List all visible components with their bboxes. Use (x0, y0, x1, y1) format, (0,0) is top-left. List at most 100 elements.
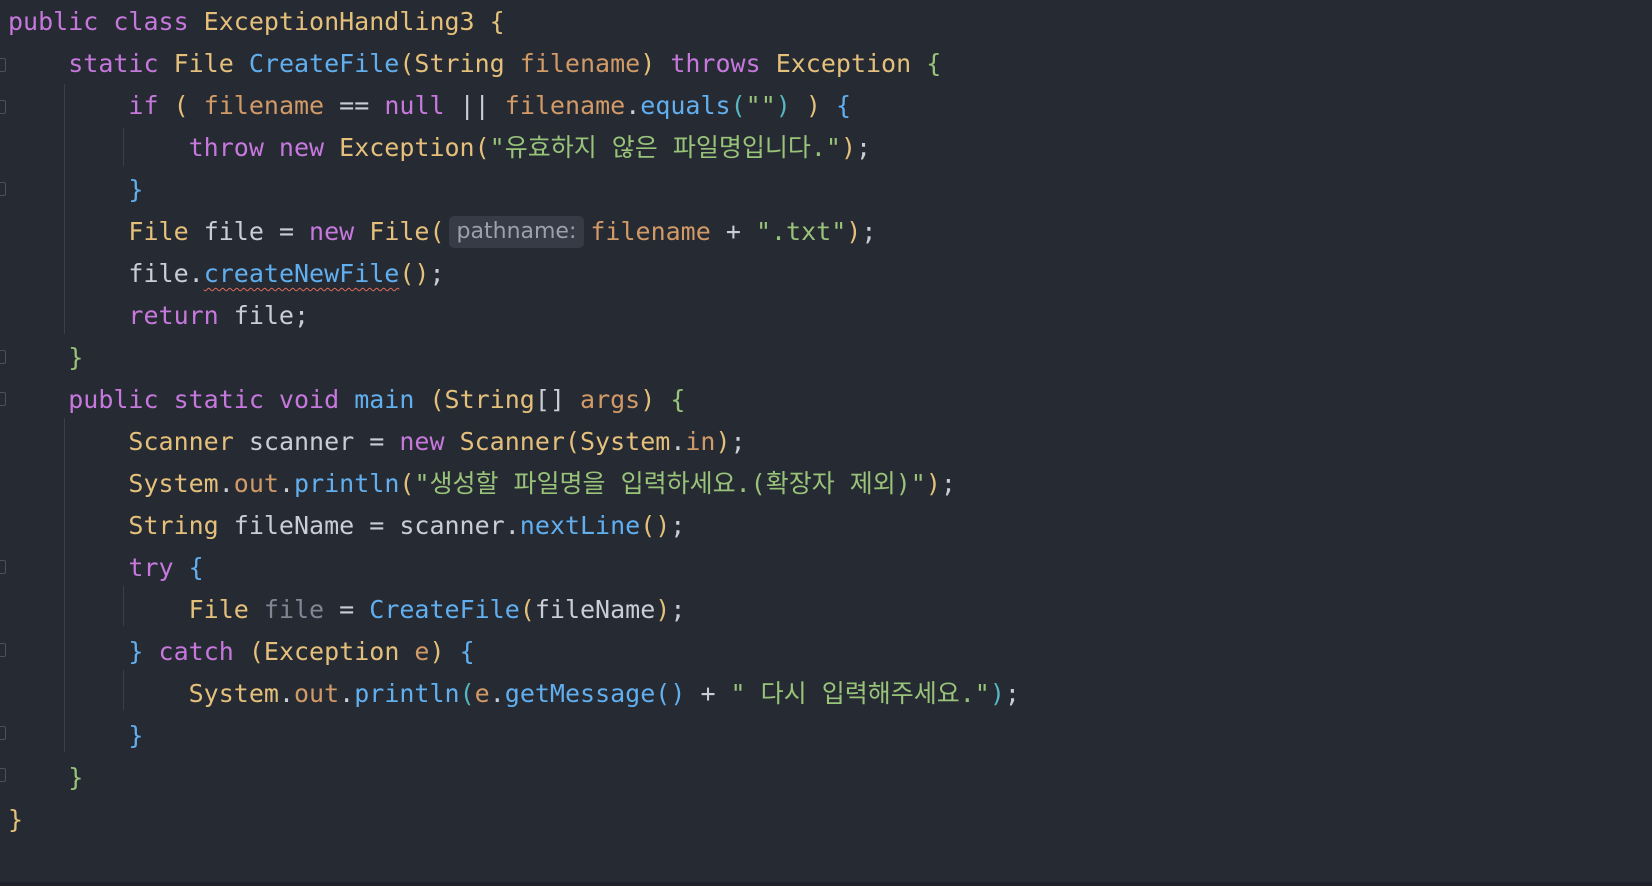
method-name-warning[interactable]: createNewFile (204, 259, 400, 288)
fold-marker-icon[interactable] (0, 100, 6, 114)
brace: } (128, 175, 144, 204)
parameter-name: filename (519, 49, 641, 78)
parameter-name: e (414, 637, 430, 666)
paren: ( (173, 91, 189, 120)
code-line[interactable]: if ( filename == null || filename.equals… (8, 84, 851, 128)
keyword: public class (8, 7, 204, 36)
fold-marker-icon[interactable] (0, 58, 6, 72)
paren: ( (474, 133, 490, 162)
type-name: Scanner (459, 427, 565, 456)
type-name: File (173, 49, 249, 78)
code-line[interactable]: file.createNewFile(); (8, 252, 444, 296)
paren: ( (248, 637, 264, 666)
paren: ( (519, 595, 535, 624)
paren: ) (655, 595, 671, 624)
fold-marker-icon[interactable] (0, 768, 6, 782)
parameter-hint: pathname: (448, 216, 585, 248)
brace: { (926, 49, 942, 78)
string-literal: "생성할 파일명을 입력하세요.(확장자 제외)" (414, 469, 926, 498)
code-line[interactable]: System.out.println(e.getMessage() + " 다시… (8, 672, 1020, 716)
brace: { (459, 637, 475, 666)
brace: { (489, 7, 505, 36)
brace: } (68, 763, 84, 792)
brace: { (836, 91, 852, 120)
method-name: CreateFile (369, 595, 520, 624)
string-literal: " 다시 입력해주세요." (730, 679, 990, 708)
code-line[interactable]: File file = new File(pathname: filename +… (8, 210, 876, 254)
field-name: out (294, 679, 340, 708)
paren: ) (925, 469, 941, 498)
code-line[interactable]: } (8, 336, 83, 380)
code-line[interactable]: } (8, 168, 143, 212)
code-line[interactable]: } catch (Exception e) { (8, 630, 475, 674)
keyword: new (399, 427, 460, 456)
fold-marker-icon[interactable] (0, 726, 6, 740)
keyword: new (309, 217, 370, 246)
paren: ) (640, 49, 656, 78)
code-line[interactable]: return file; (8, 294, 309, 338)
fold-marker-icon[interactable] (0, 182, 6, 196)
keyword: static (68, 49, 174, 78)
paren: ) (429, 637, 445, 666)
keyword: throws (655, 49, 776, 78)
code-line[interactable]: public static void main (String[] args) … (8, 378, 685, 422)
string-literal: "" (745, 91, 776, 120)
paren: ) (805, 91, 821, 120)
fold-marker-icon[interactable] (0, 643, 6, 657)
editor-bottom-edge (0, 882, 1652, 886)
paren: ) (989, 679, 1005, 708)
paren: ( (730, 91, 746, 120)
paren: ( (399, 469, 415, 498)
variable-name: filename (203, 91, 325, 120)
type-name: Scanner (128, 427, 249, 456)
brace: } (128, 637, 144, 666)
code-line[interactable]: Scanner scanner = new Scanner(System.in)… (8, 420, 745, 464)
paren: () (655, 679, 686, 708)
paren: ) (840, 133, 856, 162)
code-line[interactable]: static File CreateFile(String filename) … (8, 42, 941, 86)
keyword: catch (143, 637, 249, 666)
brace: } (8, 805, 24, 834)
paren: () (399, 259, 430, 288)
fold-marker-icon[interactable] (0, 560, 6, 574)
method-name: nextLine (519, 511, 641, 540)
variable-name: filename (504, 91, 626, 120)
fold-marker-icon[interactable] (0, 350, 6, 364)
string-literal: ".txt" (755, 217, 847, 246)
code-line[interactable]: } (8, 798, 23, 842)
keyword: try (128, 553, 189, 582)
code-line[interactable]: String fileName = scanner.nextLine(); (8, 504, 685, 548)
brace: } (128, 721, 144, 750)
code-editor[interactable]: public class ExceptionHandling3 { static… (0, 0, 1652, 886)
paren: ( (399, 49, 415, 78)
keyword: public static void (68, 385, 355, 414)
variable-name: filename (590, 217, 711, 246)
type-name: String (128, 511, 234, 540)
brace: { (188, 553, 204, 582)
method-name: println (294, 469, 400, 498)
paren: ( (429, 385, 445, 414)
code-line[interactable]: public class ExceptionHandling3 { (8, 0, 505, 44)
field-name: out (233, 469, 279, 498)
code-line[interactable]: } (8, 714, 143, 758)
type-name: System (580, 427, 671, 456)
code-line[interactable]: System.out.println("생성할 파일명을 입력하세요.(확장자 … (8, 462, 956, 506)
code-line[interactable]: throw new Exception("유효하지 않은 파일명입니다."); (8, 126, 871, 170)
type-name: System (188, 679, 279, 708)
paren: ) (715, 427, 731, 456)
type-name: Exception (263, 637, 415, 666)
type-name: String (444, 385, 535, 414)
class-name: ExceptionHandling3 (203, 7, 475, 36)
code-line[interactable]: File file = CreateFile(fileName); (8, 588, 686, 632)
method-name: main (354, 385, 415, 414)
paren: ( (564, 427, 580, 456)
paren: ) (846, 217, 862, 246)
code-line[interactable]: } (8, 756, 83, 800)
paren: ( (459, 679, 475, 708)
code-line[interactable]: try { (8, 546, 204, 590)
fold-marker-icon[interactable] (0, 392, 6, 406)
method-name: println (354, 679, 460, 708)
method-name: getMessage (504, 679, 656, 708)
string-literal: "유효하지 않은 파일명입니다." (489, 133, 841, 162)
type-name: File (369, 217, 430, 246)
